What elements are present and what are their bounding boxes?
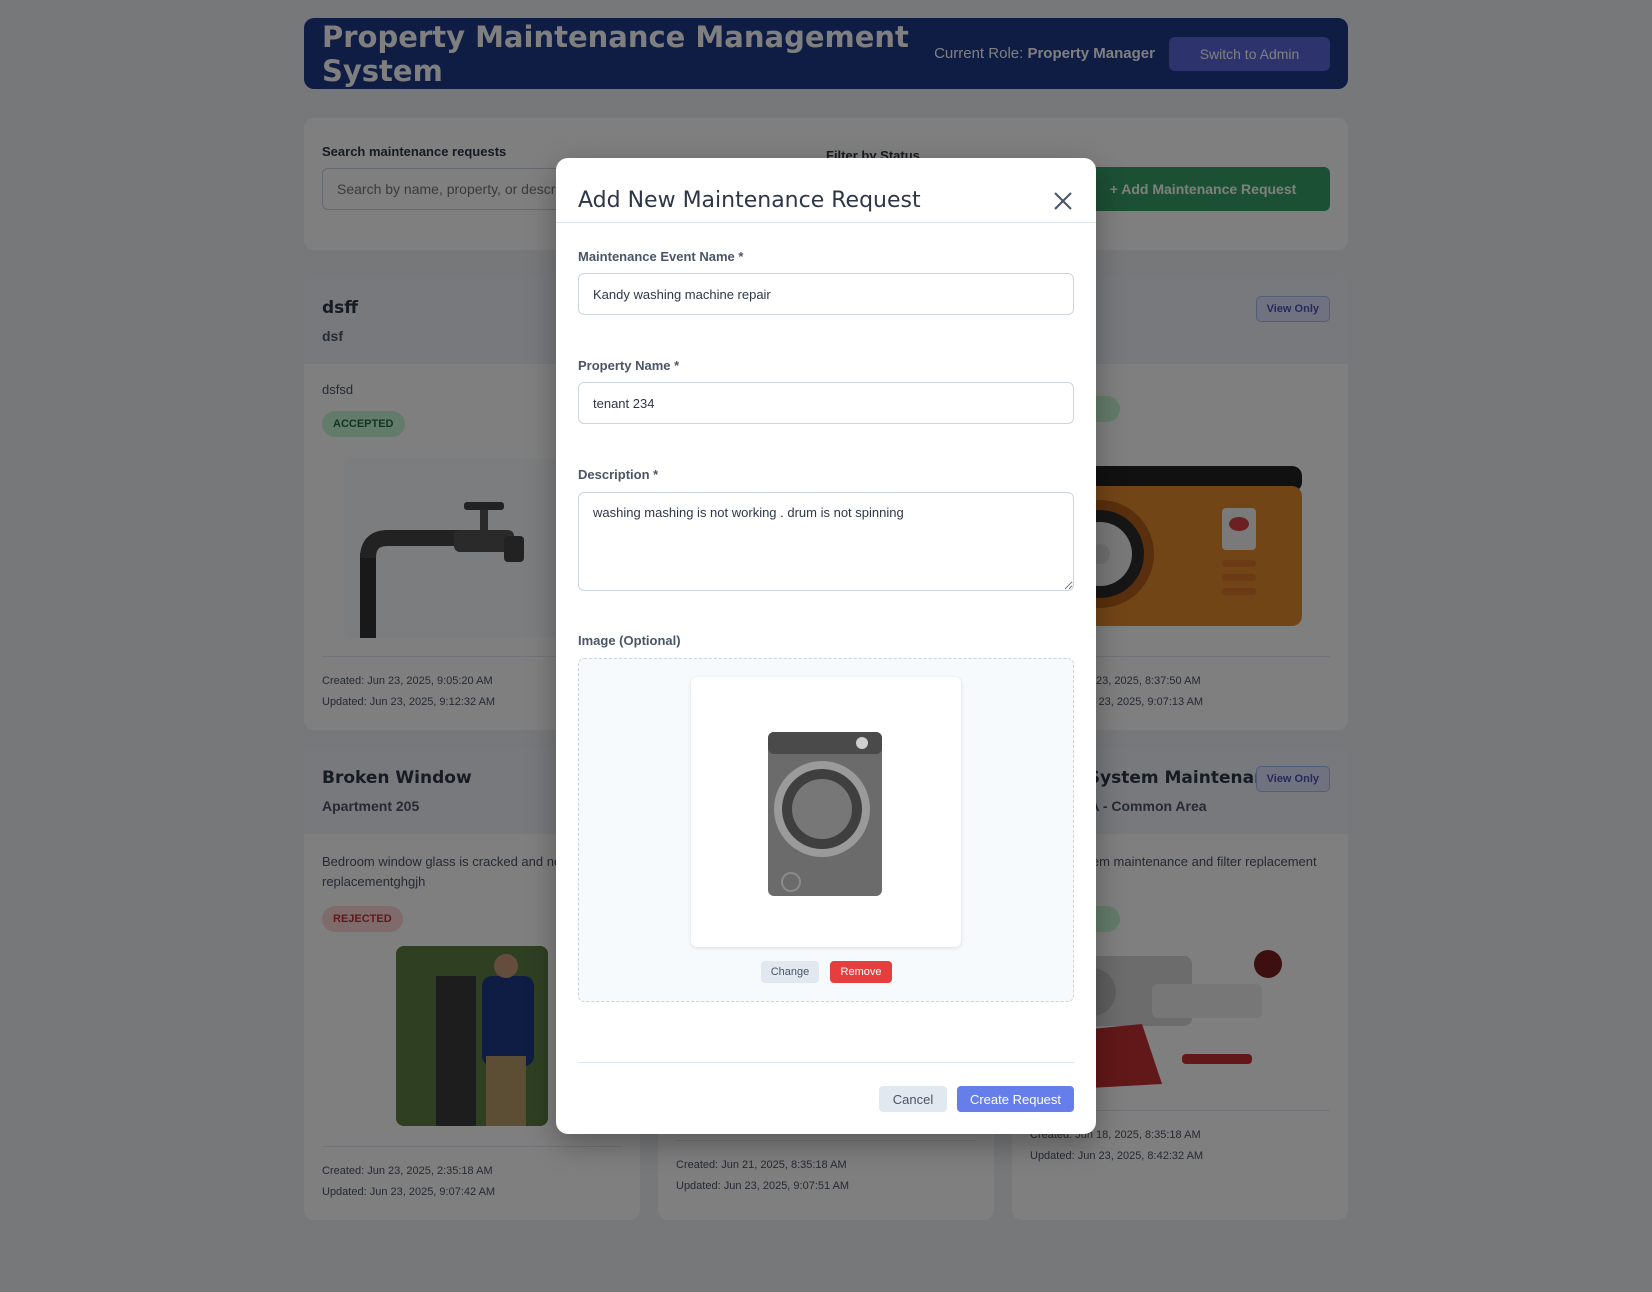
close-icon[interactable] (1052, 190, 1074, 212)
image-preview (691, 677, 961, 947)
create-request-button[interactable]: Create Request (957, 1086, 1074, 1112)
remove-image-button[interactable]: Remove (830, 961, 892, 983)
washing-machine-image (768, 732, 882, 896)
property-name-input[interactable] (578, 382, 1074, 424)
add-request-modal: Add New Maintenance Request Maintenance … (556, 158, 1096, 1134)
change-image-button[interactable]: Change (761, 961, 819, 983)
event-name-label: Maintenance Event Name * (578, 249, 744, 264)
image-label: Image (Optional) (578, 633, 681, 648)
event-name-input[interactable] (578, 273, 1074, 315)
modal-title: Add New Maintenance Request (578, 188, 921, 213)
cancel-button[interactable]: Cancel (879, 1086, 947, 1112)
modal-divider (556, 222, 1096, 223)
footer-divider (578, 1062, 1074, 1063)
description-textarea[interactable]: washing mashing is not working . drum is… (578, 492, 1074, 591)
description-label: Description * (578, 467, 659, 482)
property-name-label: Property Name * (578, 358, 680, 373)
image-upload-zone[interactable]: Change Remove (578, 658, 1074, 1002)
